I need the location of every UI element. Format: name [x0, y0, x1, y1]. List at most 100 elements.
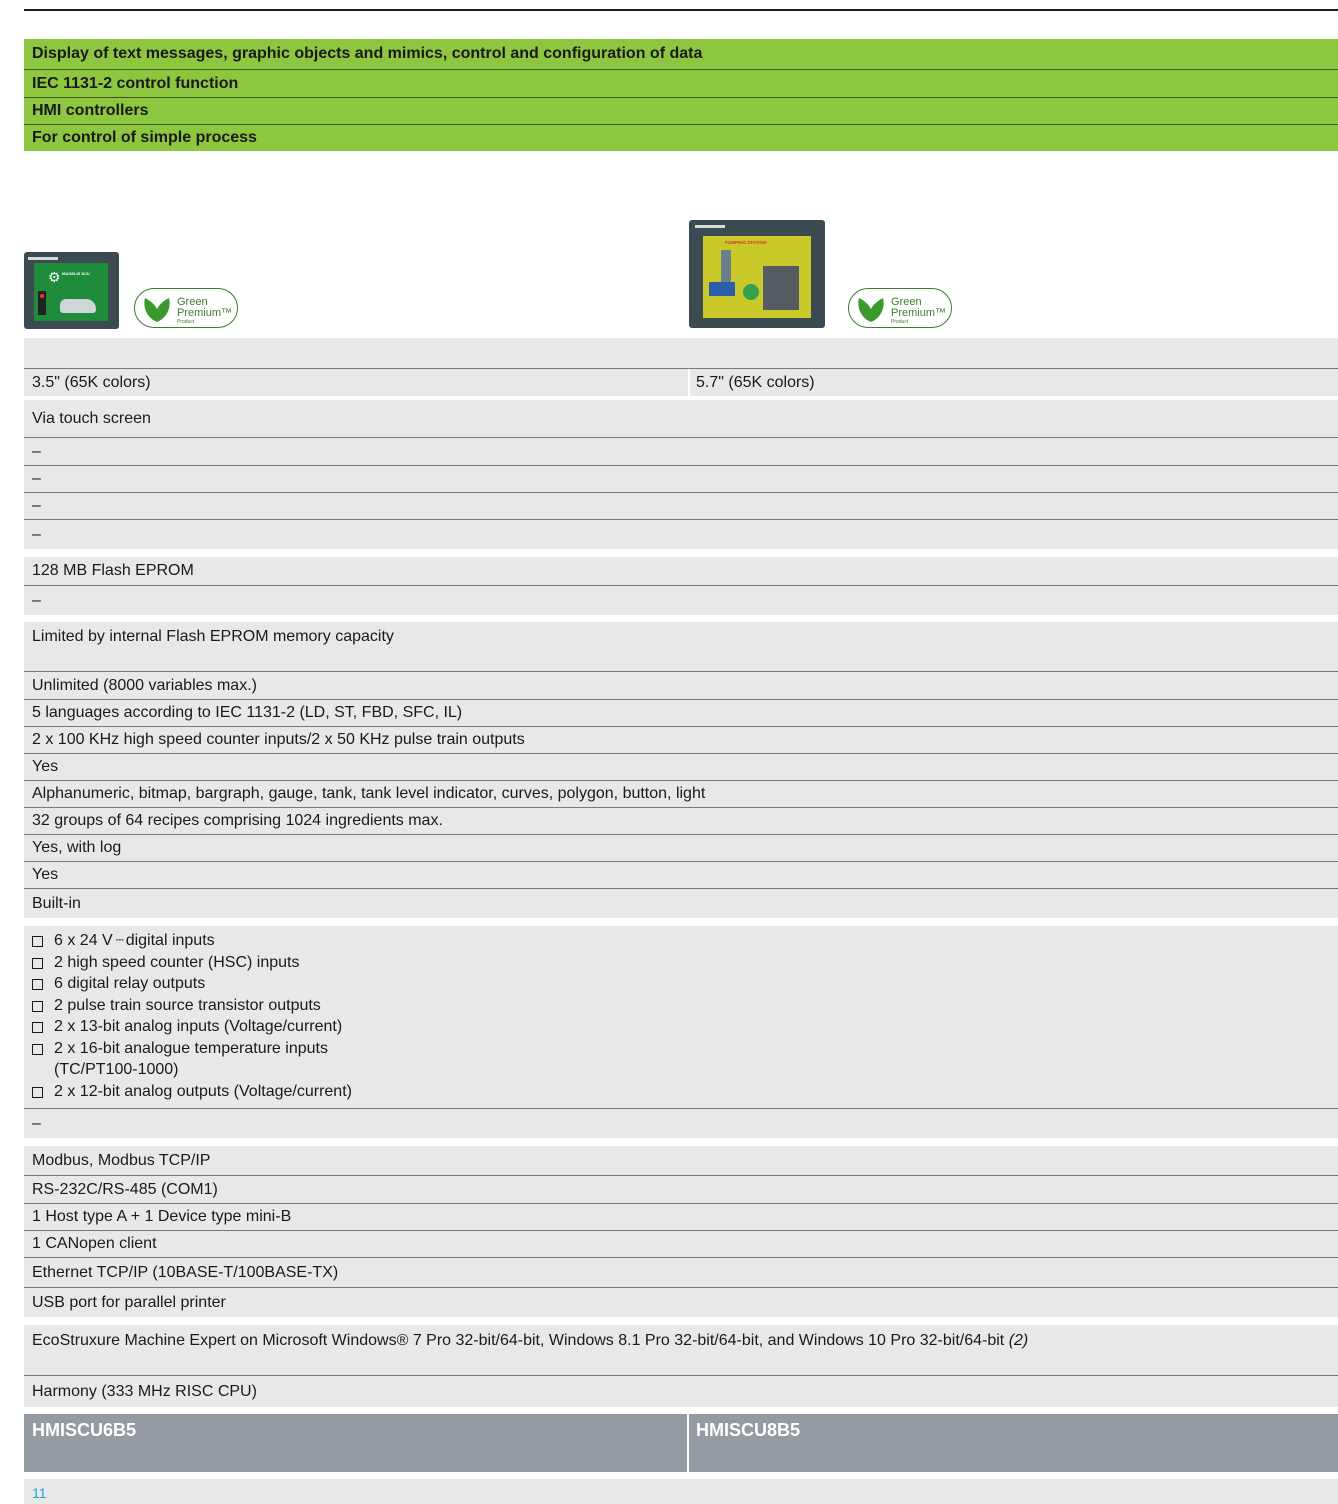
spec-row-languages: 5 languages according to IEC 1131-2 (LD,… [24, 699, 1338, 726]
cell-languages: 5 languages according to IEC 1131-2 (LD,… [32, 704, 463, 721]
header-hmi-controllers: HMI controllers [24, 97, 1338, 124]
brand-logo [695, 225, 725, 228]
spec-row-blank [24, 338, 1338, 368]
cell-capacity: Limited by internal Flash EPROM memory c… [32, 628, 394, 645]
bullet-square-icon [32, 979, 43, 990]
header-display: Display of text messages, graphic object… [24, 39, 1338, 69]
reference-hmiscu8b5[interactable]: HMISCU8B5 [696, 1420, 800, 1441]
spec-row-yes: Yes [24, 753, 1338, 780]
spec-row-counters: 2 x 100 KHz high speed counter inputs/2 … [24, 726, 1338, 753]
cell-alarms: Yes, with log [32, 839, 122, 856]
cell-dash: – [32, 470, 41, 487]
product-screen: MAGELIS SCU ⚙ [34, 263, 108, 321]
cell-dash: – [32, 591, 41, 609]
spec-row: – [24, 1108, 1338, 1138]
warning-icon [709, 282, 735, 296]
bullet-square-icon [32, 957, 43, 969]
io-item: 2 x 13-bit analog inputs (Voltage/curren… [32, 1016, 1338, 1038]
cell-touch: Via touch screen [32, 409, 151, 427]
badge-subtext: Product [891, 319, 909, 325]
cell-counters: 2 x 100 KHz high speed counter inputs/2 … [32, 731, 525, 748]
green-premium-badge-2: Green Premium™ Product [848, 288, 952, 328]
spec-row-cpu: Harmony (333 MHz RISC CPU) [24, 1375, 1338, 1407]
spec-row-protocols: Modbus, Modbus TCP/IP [24, 1146, 1338, 1175]
cell-cpu: Harmony (333 MHz RISC CPU) [32, 1382, 257, 1400]
traffic-light-icon [38, 291, 46, 315]
cell-dash: – [32, 497, 41, 514]
gear-icon: ⚙ [48, 269, 61, 285]
io-item: 6 digital relay outputs [32, 973, 1338, 995]
cell-software: EcoStruxure Machine Expert on Microsoft … [32, 1332, 1029, 1349]
screen-title: PUMPING STATION [725, 240, 767, 245]
spec-row-ethernet: Ethernet TCP/IP (10BASE-T/100BASE-TX) [24, 1257, 1338, 1287]
cell-ethernet: Ethernet TCP/IP (10BASE-T/100BASE-TX) [32, 1263, 339, 1281]
spec-row: – [24, 437, 1338, 465]
references-row: HMISCU6B5 HMISCU8B5 [24, 1414, 1338, 1472]
spec-row-recipes: 32 groups of 64 recipes comprising 1024 … [24, 807, 1338, 834]
cell-variables: Unlimited (8000 variables max.) [32, 676, 257, 694]
cell-dash: – [32, 1114, 41, 1132]
header-control-function: IEC 1131-2 control function [24, 69, 1338, 97]
bullet-square-icon [32, 1022, 43, 1033]
column-divider [687, 1414, 689, 1472]
badge-text: Green Premium™ [177, 296, 233, 319]
cell-yes: Yes [32, 758, 59, 775]
cell-printer: USB port for parallel printer [32, 1293, 226, 1311]
spec-row-display: 3.5" (65K colors) 5.7" (65K colors) [24, 368, 1338, 396]
cell-serial: RS-232C/RS-485 (COM1) [32, 1180, 218, 1198]
screen-title: MAGELIS SCU [62, 271, 90, 276]
spec-row-serial: RS-232C/RS-485 (COM1) [24, 1175, 1338, 1203]
cell-builtin: Built-in [32, 894, 81, 912]
io-item: 2 high speed counter (HSC) inputs [32, 952, 1338, 974]
spec-row-touch: Via touch screen [24, 400, 1338, 437]
header-simple-process: For control of simple process [24, 124, 1338, 151]
leaf-icon [144, 298, 170, 322]
io-list: 6 x 24 V ⎓ digital inputs 2 high speed cou… [24, 926, 1338, 1108]
cell-canopen: 1 CANopen client [32, 1235, 157, 1252]
product-image-hmiscu8b5: PUMPING STATION [689, 220, 825, 328]
spec-row-capacity: Limited by internal Flash EPROM memory c… [24, 622, 1338, 671]
reference-hmiscu6b5[interactable]: HMISCU6B5 [32, 1420, 136, 1441]
pump-icon [743, 284, 759, 300]
car-icon [60, 299, 96, 313]
spec-row-software: EcoStruxure Machine Expert on Microsoft … [24, 1325, 1338, 1375]
product-screen: PUMPING STATION [703, 236, 811, 318]
spec-row-usb: 1 Host type A + 1 Device type mini-B [24, 1203, 1338, 1230]
footnote-ref: (2) [1008, 1332, 1029, 1349]
product-image-hmiscu6b5: MAGELIS SCU ⚙ [24, 252, 119, 329]
io-item: 6 x 24 V ⎓ digital inputs [32, 930, 1338, 952]
leaf-icon [858, 298, 884, 322]
cell-recipes: 32 groups of 64 recipes comprising 1024 … [32, 812, 443, 829]
io-item: 2 x 12-bit analog outputs (Voltage/curre… [32, 1081, 1338, 1103]
cell-protocols: Modbus, Modbus TCP/IP [32, 1151, 211, 1169]
display-size-a: 3.5" (65K colors) [32, 373, 151, 391]
column-divider [688, 369, 690, 396]
dc-symbol-icon: ⎓ [115, 935, 124, 946]
spec-row: – [24, 585, 1338, 615]
spec-row: – [24, 492, 1338, 519]
bullet-square-icon [32, 1000, 43, 1012]
top-rule [24, 9, 1338, 11]
machinery-icon [763, 266, 799, 310]
cell-usb: 1 Host type A + 1 Device type mini-B [32, 1208, 292, 1225]
cell-memory: 128 MB Flash EPROM [32, 562, 194, 579]
spec-row: – [24, 465, 1338, 492]
badge-subtext: Product [177, 319, 195, 325]
io-item: 2 x 16-bit analogue temperature inputs (T… [32, 1038, 1338, 1081]
spec-row-builtin: Built-in [24, 888, 1338, 918]
cell-dash: – [32, 442, 41, 460]
spec-row-memory: 128 MB Flash EPROM [24, 557, 1338, 585]
page-number: 11 [24, 1479, 1338, 1504]
brand-logo [28, 257, 58, 260]
cell-dash: – [32, 525, 41, 543]
display-size-b: 5.7" (65K colors) [696, 373, 815, 391]
cell-objects: Alphanumeric, bitmap, bargraph, gauge, t… [32, 785, 706, 802]
bullet-square-icon [32, 1086, 43, 1098]
spec-row-variables: Unlimited (8000 variables max.) [24, 671, 1338, 699]
bullet-square-icon [32, 936, 43, 947]
cell-yes: Yes [32, 866, 59, 883]
bullet-square-icon [32, 1043, 43, 1055]
io-item: 2 pulse train source transistor outputs [32, 995, 1338, 1017]
spec-row: – [24, 519, 1338, 549]
badge-text: Green Premium™ [891, 296, 947, 319]
